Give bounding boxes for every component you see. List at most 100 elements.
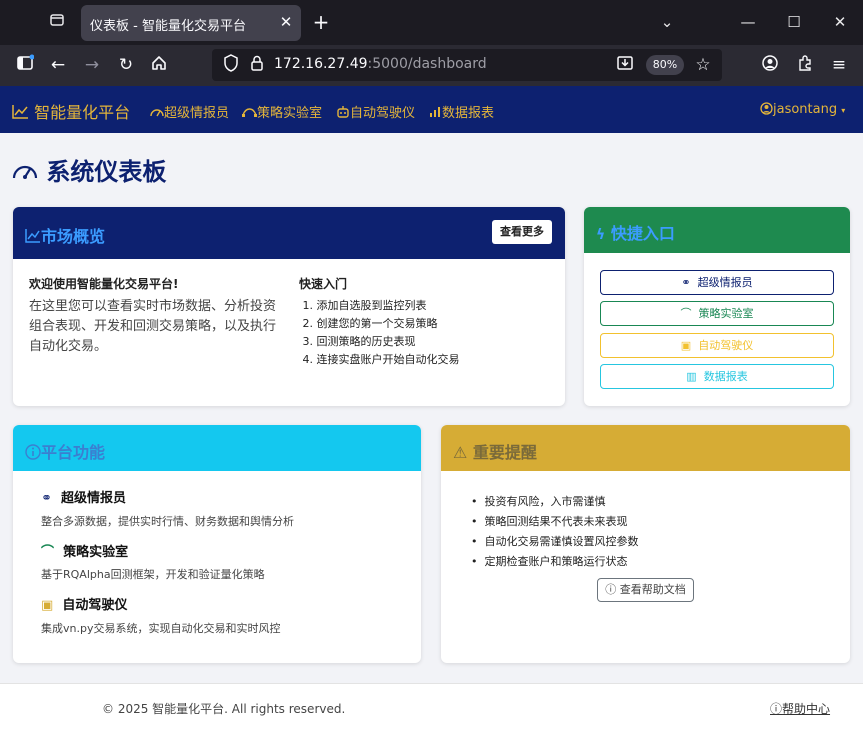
user-name: jasontang [773,102,838,117]
home-icon[interactable] [148,54,170,76]
help-docs-button[interactable]: ⓘ 查看帮助文档 [597,578,694,602]
sidebar-icon[interactable] [14,54,36,76]
shortcut-label: 数据报表 [703,370,748,383]
features-card-title: 平台功能 [25,439,105,463]
lock-icon[interactable] [246,54,268,76]
window-close-icon[interactable]: ✕ [828,10,852,34]
url-bar[interactable]: 172.16.27.49:5000/dashboard 80% ☆ [212,49,722,81]
feature-lab-desc: 基于RQAlpha回测框架，开发和验证量化策略 [41,568,265,581]
extensions-icon[interactable] [794,54,816,76]
page-title-text: 系统仪表板 [46,158,167,186]
feature-title-text: 超级情报员 [60,491,126,506]
feature-autopilot-title: ▣ 自动驾驶仪 [41,594,127,613]
market-overview-card: 市场概览 查看更多 欢迎使用智能量化交易平台! 在这里您可以查看实时市场数据、分… [13,207,565,406]
chevron-down-icon[interactable]: ⌄ [655,10,679,34]
list-item-text: 回测策略的历史表现 [316,335,416,348]
zoom-level[interactable]: 80% [646,55,684,75]
app-navbar: 智能量化平台 超级情报员 策略实验室 自动驾驶仪 数据报表 jasontang … [0,86,863,133]
url-path: :5000/dashboard [367,56,487,72]
browser-tab[interactable]: 仪表板 - 智能量化交易平台 ✕ [81,5,301,41]
nav-link-autopilot[interactable]: 自动驾驶仪 [336,102,415,121]
tab-list-icon[interactable] [47,12,67,32]
account-icon[interactable] [759,54,781,76]
speedometer-icon [12,165,38,179]
shortcut-autopilot-button[interactable]: ▣ 自动驾驶仪 [600,333,834,358]
new-tab-icon[interactable]: + [311,12,331,32]
menu-icon[interactable]: ≡ [828,54,850,76]
brand[interactable]: 智能量化平台 [12,99,130,123]
list-item: • 定期检查账户和策略运行状态 [471,555,628,568]
copyright-text: © 2025 智能量化平台. All rights reserved. [102,702,346,716]
market-card-header: 市场概览 查看更多 [13,207,565,259]
notice-title-text: 重要提醒 [472,443,537,462]
minimize-icon[interactable]: — [736,10,760,34]
market-card-title: 市场概览 [25,223,105,247]
platform-features-card: 平台功能 ⚭ 超级情报员 整合多源数据，提供实时行情、财务数据和舆情分析 ⌒ 策… [13,425,421,663]
reload-icon[interactable]: ↻ [115,54,137,76]
shortcuts-card: ϟ 快捷入口 ⚭ 超级情报员 ⌒ 策略实验室 ▣ 自动驾驶仪 ▥ 数据报表 [584,207,850,406]
caret-down-icon: ▾ [841,106,846,115]
list-item: 3. 回测策略的历史表现 [299,335,416,348]
maximize-icon[interactable]: ☐ [782,10,806,34]
shortcut-reports-button[interactable]: ▥ 数据报表 [600,364,834,389]
robot-icon [337,106,349,118]
nav-link-label: 自动驾驶仪 [350,106,416,121]
nav-link-lab[interactable]: 策略实验室 [242,102,322,121]
bar-chart-icon: ▥ [686,370,697,383]
browser-tab-bar: 仪表板 - 智能量化交易平台 ✕ + ⌄ — ☐ ✕ [0,0,863,45]
bookmark-star-icon[interactable]: ☆ [692,54,714,76]
user-menu[interactable]: jasontang ▾ [760,102,845,117]
save-page-icon[interactable] [614,54,636,76]
shortcuts-card-header: ϟ 快捷入口 [584,207,850,253]
list-item: • 自动化交易需谨慎设置风控参数 [471,535,639,548]
browser-toolbar: ← → ↻ 172.16.27.49:5000/dashboard 80% ☆ … [0,45,863,86]
robot-icon: ▣ [680,339,692,352]
shortcuts-title-text: 快捷入口 [610,224,675,243]
list-item: • 策略回测结果不代表未来表现 [471,515,628,528]
shortcut-intel-button[interactable]: ⚭ 超级情报员 [600,270,834,295]
quick-start-title: 快速入门 [299,277,348,291]
robot-icon: ▣ [41,598,54,613]
user-circle-icon [760,102,773,115]
shortcut-label: 自动驾驶仪 [698,339,754,352]
chart-line-icon [12,105,28,119]
bezier-icon: ⌒ [41,545,55,560]
brand-label: 智能量化平台 [34,103,131,122]
feature-intel-title: ⚭ 超级情报员 [41,487,126,506]
chart-line-icon [25,229,40,243]
question-circle-icon: ⓘ [770,702,783,716]
shortcuts-card-title: ϟ 快捷入口 [596,220,675,244]
binoculars-icon: ⚭ [41,491,52,506]
shortcut-label: 策略实验室 [698,307,754,320]
close-icon[interactable]: ✕ [277,13,295,31]
view-more-button[interactable]: 查看更多 [492,220,552,244]
list-item-text: 自动化交易需谨慎设置风控参数 [484,535,639,548]
binoculars-icon: ⚭ [681,276,691,289]
question-circle-icon: ⓘ [605,583,617,596]
warning-triangle-icon: ⚠ [453,443,468,462]
list-item: 1. 添加自选股到监控列表 [299,299,427,312]
feature-lab-title: ⌒ 策略实验室 [41,541,128,560]
footer: © 2025 智能量化平台. All rights reserved. ⓘ帮助中… [0,683,863,729]
url-text: 172.16.27.49:5000/dashboard [274,56,487,72]
back-icon[interactable]: ← [47,54,69,76]
nav-link-intel[interactable]: 超级情报员 [150,102,229,121]
info-circle-icon [25,444,41,460]
shortcut-lab-button[interactable]: ⌒ 策略实验室 [600,301,834,326]
shield-icon[interactable] [220,54,242,76]
tab-title: 仪表板 - 智能量化交易平台 [90,19,246,34]
list-item-text: 定期检查账户和策略运行状态 [484,555,628,568]
nav-link-label: 超级情报员 [164,106,230,121]
market-title-text: 市场概览 [41,227,106,246]
quick-start-list: 1. 添加自选股到监控列表 2. 创建您的第一个交易策略 3. 回测策略的历史表… [299,297,460,369]
help-center-link[interactable]: ⓘ帮助中心 [770,700,830,717]
feature-title-text: 策略实验室 [63,545,129,560]
forward-icon[interactable]: → [81,54,103,76]
feature-title-text: 自动驾驶仪 [62,598,128,613]
list-item-text: 策略回测结果不代表未来表现 [484,515,628,528]
url-host: 172.16.27.49 [274,56,368,72]
welcome-title: 欢迎使用智能量化交易平台! [29,277,179,291]
list-item-text: 连接实盘账户开始自动化交易 [316,353,460,366]
nav-link-reports[interactable]: 数据报表 [429,102,494,121]
list-item: 4. 连接实盘账户开始自动化交易 [299,353,460,366]
